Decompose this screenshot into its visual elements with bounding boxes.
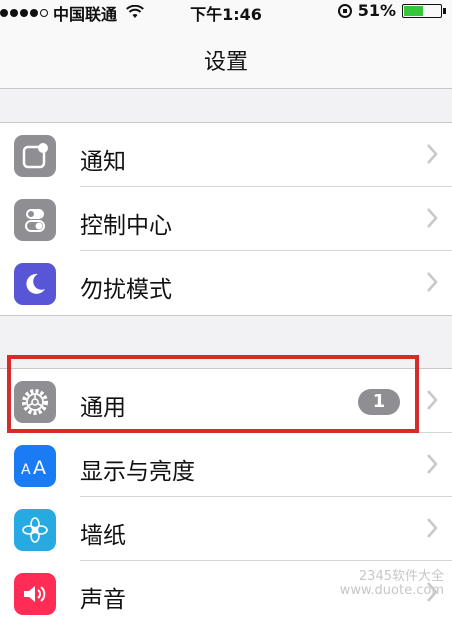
svg-text:A: A [21, 462, 31, 478]
settings-row-label: 勿扰模式 [80, 277, 172, 303]
wallpaper-flower-icon [14, 509, 56, 551]
settings-row-wallpaper[interactable]: 墙纸 [0, 497, 452, 561]
settings-row-label: 声音 [80, 587, 126, 613]
chevron-right-icon [427, 208, 438, 228]
page-title: 设置 [203, 50, 248, 75]
settings-row-label: 通知 [80, 149, 126, 175]
do-not-disturb-moon-icon [14, 263, 56, 305]
watermark: 2345软件大全 www.duote.com [340, 570, 444, 598]
status-right: 51% [337, 1, 446, 20]
settings-row-do-not-disturb[interactable]: 勿扰模式 [0, 251, 452, 315]
navigation-bar: 设置 [0, 24, 452, 89]
chevron-right-icon [427, 390, 438, 410]
svg-text:A: A [33, 457, 46, 478]
settings-row-display-brightness[interactable]: A A 显示与亮度 [0, 433, 452, 497]
chevron-right-icon [427, 144, 438, 164]
chevron-right-icon [427, 272, 438, 292]
notifications-icon [14, 135, 56, 177]
chevron-right-icon [427, 454, 438, 474]
battery-percent: 51% [357, 1, 396, 20]
settings-row-control-center[interactable]: 控制中心 [0, 187, 452, 251]
sound-speaker-icon [14, 573, 56, 615]
settings-row-label: 显示与亮度 [80, 459, 195, 485]
settings-row-label: 控制中心 [80, 213, 172, 239]
status-bar: 中国联通 下午1:46 51% [0, 0, 452, 24]
settings-row-label: 墙纸 [80, 523, 126, 549]
settings-row-notifications[interactable]: 通知 [0, 123, 452, 187]
control-center-icon [14, 199, 56, 241]
watermark-line-1: 2345软件大全 [358, 569, 444, 584]
settings-group-1: 通知 控制中心 勿扰模式 [0, 122, 452, 316]
rotation-lock-icon [337, 3, 352, 18]
display-aa-icon: A A [14, 445, 56, 487]
battery-icon [402, 3, 442, 18]
highlight-box [7, 355, 419, 433]
watermark-line-2: www.duote.com [339, 583, 444, 598]
chevron-right-icon [427, 518, 438, 538]
battery-cap [443, 7, 446, 14]
